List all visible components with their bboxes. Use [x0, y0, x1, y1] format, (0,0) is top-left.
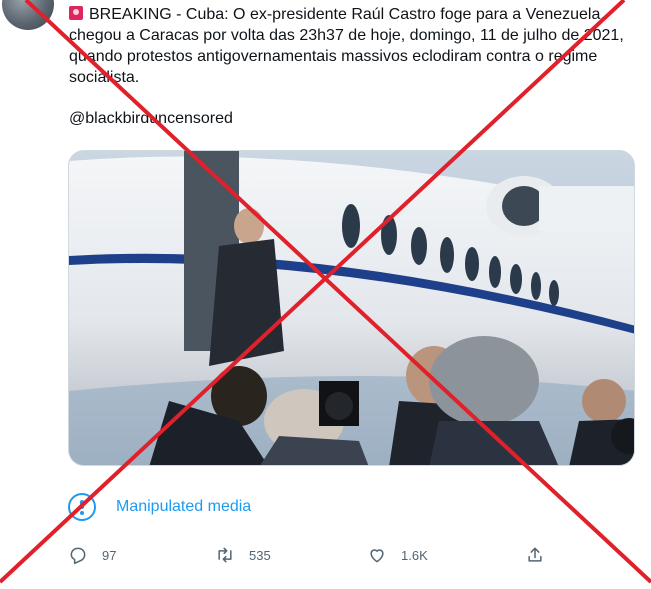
reply-icon	[70, 547, 86, 565]
reply-count: 97	[102, 547, 117, 563]
share-icon	[528, 547, 542, 562]
retweet-count: 535	[249, 547, 271, 563]
heart-icon	[370, 549, 384, 563]
retweet-icon	[218, 547, 232, 563]
retweet-button[interactable]: 535	[215, 545, 271, 565]
share-button[interactable]	[525, 545, 559, 565]
info-circle-icon	[68, 493, 96, 521]
tweet-text-content: BREAKING - Cuba: O ex-presidente Raúl Ca…	[69, 6, 624, 86]
manipulated-media-text[interactable]: Manipulated media	[116, 498, 251, 516]
tweet-actions: 97 535 1.6K	[68, 545, 628, 571]
like-count: 1.6K	[401, 547, 428, 563]
tweet-handle[interactable]: @blackbirduncensored	[69, 108, 644, 129]
tweet-text: BREAKING - Cuba: O ex-presidente Raúl Ca…	[69, 4, 644, 88]
manipulated-media-label[interactable]: Manipulated media	[68, 491, 251, 523]
avatar[interactable]	[2, 0, 54, 30]
siren-emoji-icon	[69, 6, 83, 20]
tweet-body: BREAKING - Cuba: O ex-presidente Raúl Ca…	[69, 4, 644, 129]
photo-illustration	[69, 151, 634, 465]
reply-button[interactable]: 97	[68, 545, 116, 565]
like-button[interactable]: 1.6K	[367, 545, 428, 565]
tweet-photo[interactable]	[68, 150, 635, 466]
